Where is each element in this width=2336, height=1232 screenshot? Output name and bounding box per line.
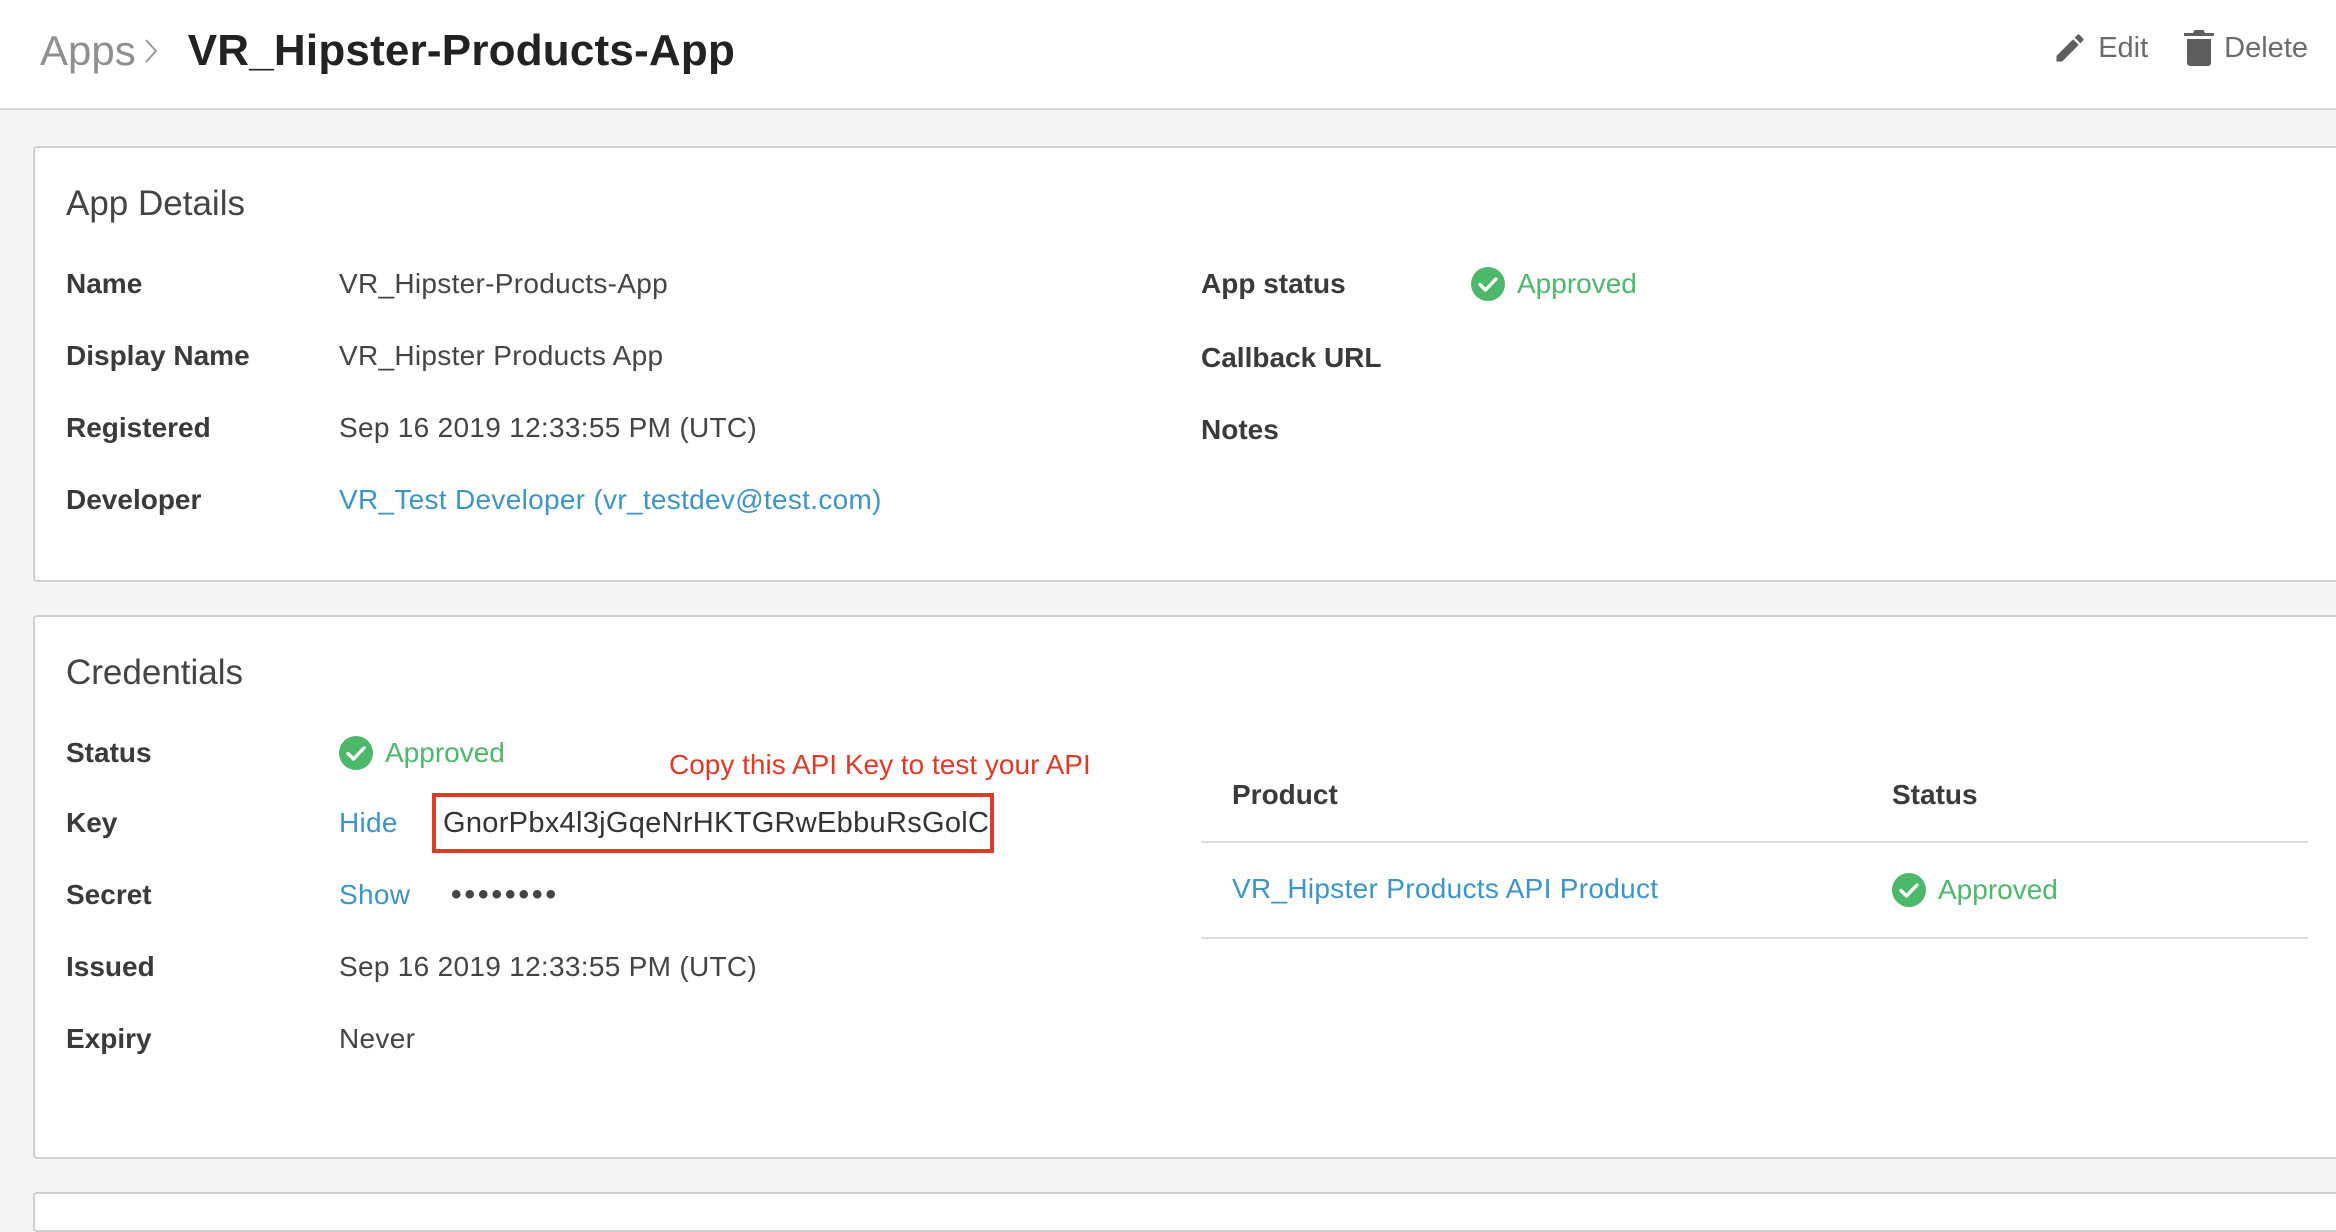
registered-value: Sep 16 2019 12:33:55 PM (UTC) — [339, 412, 758, 443]
name-row: Name — [66, 264, 142, 304]
display-name-value: VR_Hipster Products App — [339, 340, 664, 371]
issued-label: Issued — [66, 951, 155, 982]
callback-url-row: Callback URL — [1201, 338, 1382, 378]
app-status-label: App status — [1201, 268, 1346, 299]
breadcrumb: Apps VR_Hipster-Products-App — [40, 26, 735, 76]
page-header: Apps VR_Hipster-Products-App Edit Delete — [0, 0, 2336, 110]
app-details-card: App Details Name VR_Hipster-Products-App… — [33, 146, 2336, 582]
expiry-value-row: Never — [339, 1019, 415, 1059]
cred-status-label: Status — [66, 737, 152, 768]
key-label: Key — [66, 807, 118, 838]
app-details-title: App Details — [66, 184, 245, 223]
expiry-label: Expiry — [66, 1023, 152, 1054]
registered-row: Registered — [66, 408, 211, 448]
secret-masked-value: •••••••• — [451, 878, 560, 911]
secret-toggle-row: Show — [339, 875, 410, 915]
developer-value-row: VR_Test Developer (vr_testdev@test.com) — [339, 480, 882, 520]
name-value: VR_Hipster-Products-App — [339, 268, 669, 299]
edit-label: Edit — [2098, 31, 2149, 64]
registered-value-row: Sep 16 2019 12:33:55 PM (UTC) — [339, 408, 757, 448]
app-status-value: Approved — [1517, 268, 1637, 299]
chevron-right-icon — [144, 36, 158, 66]
credentials-card: Credentials Status Approved Copy this AP… — [33, 615, 2336, 1159]
product-column-header: Product — [1232, 779, 1338, 810]
breadcrumb-apps-link[interactable]: Apps — [40, 27, 136, 75]
callback-url-label: Callback URL — [1201, 342, 1382, 373]
expiry-row: Expiry — [66, 1019, 152, 1059]
next-section-card — [33, 1192, 2336, 1232]
check-circle-icon — [1471, 267, 1505, 301]
notes-label: Notes — [1201, 414, 1279, 445]
show-secret-link[interactable]: Show — [339, 879, 410, 911]
app-status-value-row: Approved — [1471, 264, 1637, 304]
copy-key-annotation: Copy this API Key to test your API — [669, 749, 1091, 780]
header-actions: Edit Delete — [2052, 30, 2308, 66]
display-name-row: Display Name — [66, 336, 250, 376]
secret-row: Secret — [66, 875, 152, 915]
display-name-label: Display Name — [66, 340, 250, 371]
product-status-value: Approved — [1938, 874, 2058, 905]
page-title: VR_Hipster-Products-App — [187, 26, 736, 75]
check-circle-icon — [339, 736, 373, 770]
display-name-value-row: VR_Hipster Products App — [339, 336, 663, 376]
secret-label: Secret — [66, 879, 152, 910]
delete-label: Delete — [2224, 31, 2308, 64]
api-key-highlight-box: GnorPbx4l3jGqeNrHKTGRwEbbuRsGolC — [432, 793, 994, 853]
edit-button[interactable]: Edit — [2052, 30, 2148, 66]
status-column-header: Status — [1892, 779, 1978, 810]
issued-value-row: Sep 16 2019 12:33:55 PM (UTC) — [339, 947, 757, 987]
secret-value-row: •••••••• — [451, 875, 559, 915]
cred-status-value-row: Approved — [339, 733, 505, 773]
cred-status-row: Status — [66, 733, 152, 773]
name-value-row: VR_Hipster-Products-App — [339, 264, 668, 304]
trash-icon — [2184, 30, 2215, 66]
registered-label: Registered — [66, 412, 211, 443]
cred-status-value: Approved — [385, 737, 505, 768]
notes-row: Notes — [1201, 410, 1279, 450]
issued-row: Issued — [66, 947, 155, 987]
pencil-icon — [2056, 34, 2084, 62]
check-circle-icon — [1892, 873, 1926, 907]
products-table-header: Product Status — [1201, 747, 2308, 843]
app-status-row: App status — [1201, 264, 1346, 304]
table-row: VR_Hipster Products API Product Approved — [1201, 843, 2308, 939]
name-label: Name — [66, 268, 143, 299]
key-row: Key — [66, 803, 117, 843]
product-status: Approved — [1892, 873, 2058, 907]
credentials-title: Credentials — [66, 653, 244, 692]
developer-label: Developer — [66, 484, 202, 515]
product-link[interactable]: VR_Hipster Products API Product — [1232, 873, 1658, 905]
delete-button[interactable]: Delete — [2184, 30, 2308, 66]
key-toggle-row: Hide — [339, 803, 398, 843]
expiry-value: Never — [339, 1023, 416, 1054]
api-key-value[interactable]: GnorPbx4l3jGqeNrHKTGRwEbbuRsGolC — [443, 807, 989, 840]
developer-row: Developer — [66, 480, 201, 520]
products-table: Product Status VR_Hipster Products API P… — [1201, 747, 2308, 939]
developer-link[interactable]: VR_Test Developer (vr_testdev@test.com) — [339, 484, 882, 516]
issued-value: Sep 16 2019 12:33:55 PM (UTC) — [339, 951, 758, 982]
hide-key-link[interactable]: Hide — [339, 807, 398, 839]
